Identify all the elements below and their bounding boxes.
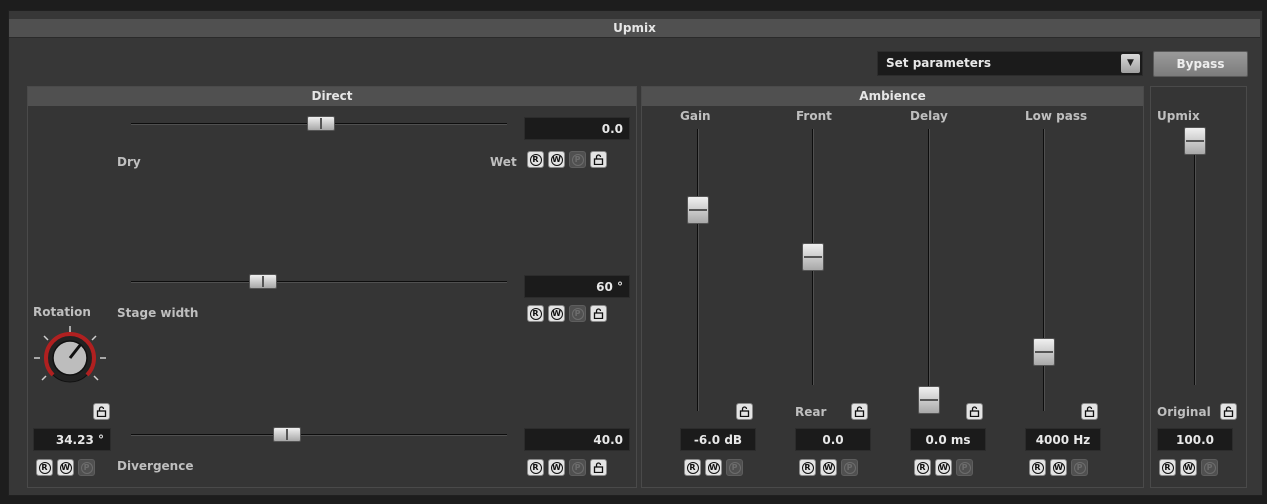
p-button: P [956,459,973,476]
p-button: P [569,459,586,476]
drywet-value[interactable]: 0.0 [524,117,630,140]
divergence-value[interactable]: 40.0 [524,428,630,451]
gain-label: Gain [680,109,711,123]
lock-icon[interactable] [590,459,607,476]
rotation-knob[interactable] [28,320,112,396]
p-button: P [1201,459,1218,476]
original-label: Original [1157,405,1211,419]
lock-icon[interactable] [851,403,868,420]
delay-slider-track[interactable] [928,129,930,411]
preset-select[interactable]: Set parameters ▼ [877,51,1143,76]
lock-icon[interactable] [590,151,607,168]
divergence-rwp-buttons: R W P [527,459,607,476]
lowpass-rwp-buttons: R W P [1029,459,1088,476]
stage-width-value[interactable]: 60 ° [524,275,630,298]
p-button: P [569,305,586,322]
p-button: P [726,459,743,476]
direct-panel-title: Direct [28,87,636,106]
rotation-label: Rotation [33,305,91,319]
write-automation-button[interactable]: W [1180,459,1197,476]
lock-icon[interactable] [590,305,607,322]
window-title: Upmix [9,19,1260,38]
read-automation-button[interactable]: R [799,459,816,476]
divergence-slider-track[interactable] [131,434,507,436]
rear-label: Rear [795,405,827,419]
lock-icon[interactable] [1220,403,1237,420]
delay-rwp-buttons: R W P [914,459,973,476]
write-automation-button[interactable]: W [820,459,837,476]
delay-label: Delay [910,109,948,123]
bypass-button[interactable]: Bypass [1153,51,1248,77]
front-value[interactable]: 0.0 [795,428,871,451]
preset-select-value: Set parameters [886,56,991,70]
read-automation-button[interactable]: R [914,459,931,476]
stage-width-slider-track[interactable] [131,281,507,283]
delay-value[interactable]: 0.0 ms [910,428,986,451]
upmix-label: Upmix [1157,109,1200,123]
lock-icon[interactable] [93,403,110,420]
lock-icon[interactable] [966,403,983,420]
write-automation-button[interactable]: W [705,459,722,476]
read-automation-button[interactable]: R [527,459,544,476]
write-automation-button[interactable]: W [548,459,565,476]
chevron-down-icon[interactable]: ▼ [1121,54,1140,73]
lock-icon[interactable] [736,403,753,420]
p-button: P [569,151,586,168]
front-rwp-buttons: R W P [799,459,858,476]
wet-label: Wet [490,155,517,169]
lock-icon[interactable] [1081,403,1098,420]
stage-width-label: Stage width [117,306,199,320]
write-automation-button[interactable]: W [1050,459,1067,476]
p-button: P [78,459,95,476]
upmix-slider-track[interactable] [1194,129,1196,385]
read-automation-button[interactable]: R [684,459,701,476]
lowpass-slider-thumb[interactable] [1033,338,1055,366]
read-automation-button[interactable]: R [1029,459,1046,476]
divergence-label: Divergence [117,459,194,473]
lowpass-label: Low pass [1025,109,1088,123]
delay-slider-thumb[interactable] [918,386,940,414]
gain-slider-track[interactable] [697,129,699,411]
stage-width-slider-thumb[interactable] [249,274,277,289]
p-button: P [1071,459,1088,476]
stage-width-rwp-buttons: R W P [527,305,607,322]
upmix-rwp-buttons: R W P [1159,459,1218,476]
upmix-value[interactable]: 100.0 [1157,428,1233,451]
read-automation-button[interactable]: R [36,459,53,476]
front-label: Front [796,109,832,123]
ambience-panel-title: Ambience [642,87,1143,106]
p-button: P [841,459,858,476]
read-automation-button[interactable]: R [1159,459,1176,476]
lowpass-slider-track[interactable] [1043,129,1045,411]
dry-label: Dry [117,155,141,169]
drywet-rwp-buttons: R W P [527,151,607,168]
gain-rwp-buttons: R W P [684,459,743,476]
gain-value[interactable]: -6.0 dB [680,428,756,451]
divergence-slider-thumb[interactable] [273,427,301,442]
write-automation-button[interactable]: W [548,151,565,168]
front-slider-thumb[interactable] [802,243,824,271]
lowpass-value[interactable]: 4000 Hz [1025,428,1101,451]
write-automation-button[interactable]: W [935,459,952,476]
upmix-slider-thumb[interactable] [1184,127,1206,155]
gain-slider-thumb[interactable] [687,196,709,224]
rotation-rwp-buttons: R W P [36,459,95,476]
rotation-value[interactable]: 34.23 ° [33,428,111,451]
drywet-slider-thumb[interactable] [307,116,335,131]
write-automation-button[interactable]: W [548,305,565,322]
read-automation-button[interactable]: R [527,305,544,322]
write-automation-button[interactable]: W [57,459,74,476]
read-automation-button[interactable]: R [527,151,544,168]
